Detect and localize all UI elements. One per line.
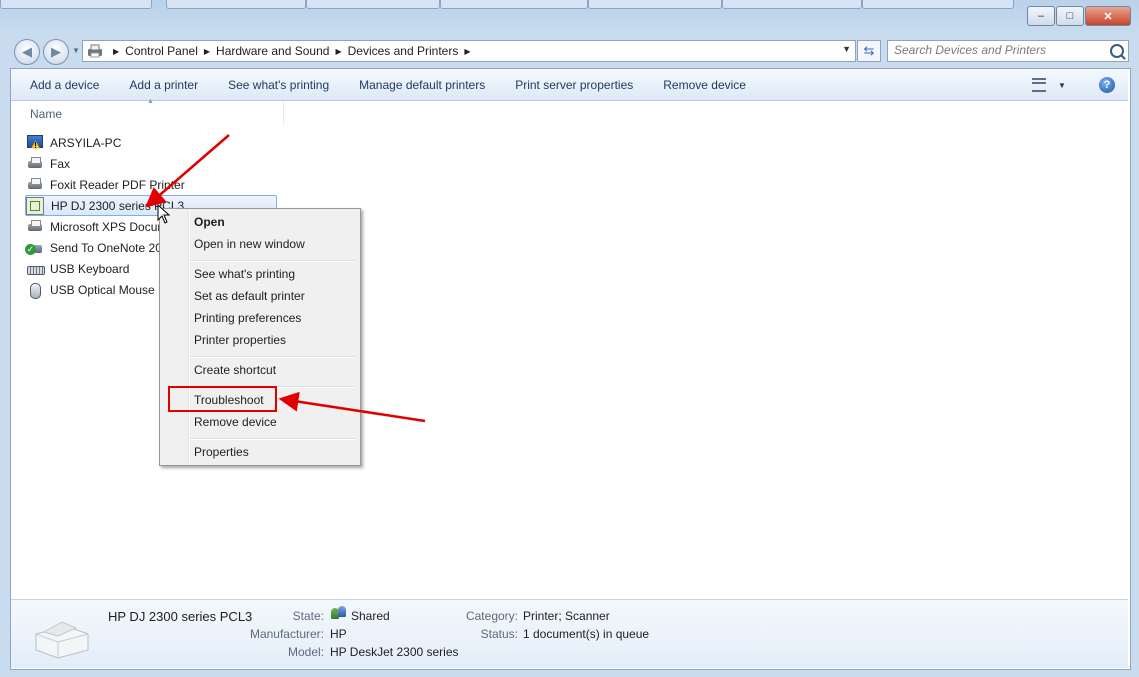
view-list-icon: [1032, 78, 1046, 92]
menu-item-create-shortcut[interactable]: Create shortcut: [194, 363, 276, 377]
see-whats-printing-button[interactable]: See what's printing: [213, 78, 344, 92]
add-device-button[interactable]: Add a device: [11, 78, 114, 92]
device-item[interactable]: USB Keyboard: [27, 259, 129, 278]
taskbar-tab[interactable]: [166, 0, 306, 9]
breadcrumb-devices-and-printers[interactable]: Devices and Printers: [348, 44, 459, 58]
device-item[interactable]: Fax: [27, 154, 70, 173]
details-category-label: Category:: [465, 609, 518, 623]
menu-item-printer-properties[interactable]: Printer properties: [194, 333, 286, 347]
view-dropdown-icon[interactable]: ▼: [1058, 81, 1066, 90]
refresh-button[interactable]: ⇆: [857, 40, 881, 62]
help-icon[interactable]: ?: [1099, 77, 1115, 93]
menu-gutter: [188, 211, 190, 463]
address-dropdown-icon[interactable]: ▼: [842, 44, 851, 54]
context-menu: Open Open in new window See what's print…: [159, 208, 361, 466]
menu-item-printing-preferences[interactable]: Printing preferences: [194, 311, 301, 325]
close-button[interactable]: ✕: [1085, 6, 1131, 26]
breadcrumb-control-panel[interactable]: Control Panel: [125, 44, 198, 58]
mouse-cursor-icon: [157, 204, 171, 224]
mouse-icon: [27, 282, 43, 299]
recent-pages-dropdown-icon[interactable]: ▼: [72, 46, 80, 55]
details-model-label: Model:: [287, 645, 324, 659]
printer-icon: [27, 177, 43, 193]
back-arrow-icon: ◀: [22, 44, 32, 59]
forward-button[interactable]: ▶: [43, 39, 69, 65]
taskbar-tab[interactable]: [440, 0, 588, 9]
remove-device-button[interactable]: Remove device: [648, 78, 761, 92]
column-header-label: Name: [30, 107, 63, 121]
back-button[interactable]: ◀: [14, 39, 40, 65]
device-label: USB Keyboard: [50, 261, 130, 276]
refresh-icon: ⇆: [863, 43, 875, 58]
device-item[interactable]: USB Optical Mouse: [27, 280, 155, 299]
keyboard-icon: [27, 261, 45, 277]
devices-and-printers-icon: [87, 44, 103, 58]
details-manufacturer-value: HP: [330, 627, 347, 641]
details-status-value: 1 document(s) in queue: [523, 627, 650, 641]
breadcrumb-separator-icon[interactable]: ▶: [464, 47, 470, 56]
menu-item-set-default-printer[interactable]: Set as default printer: [194, 289, 305, 303]
minimize-button[interactable]: –: [1027, 6, 1055, 26]
address-bar[interactable]: ▶ Control Panel ▶ Hardware and Sound ▶ D…: [82, 40, 856, 62]
device-label: Fax: [50, 156, 71, 171]
taskbar-tab[interactable]: [862, 0, 1014, 9]
printer-icon: [27, 219, 43, 235]
details-category-value: Printer; Scanner: [523, 609, 610, 623]
maximize-button[interactable]: □: [1056, 6, 1084, 26]
menu-separator: [190, 356, 356, 358]
breadcrumb-separator-icon[interactable]: ▶: [335, 47, 341, 56]
change-view-button[interactable]: ▼: [1032, 76, 1072, 94]
details-state-label: State:: [292, 609, 324, 623]
sort-ascending-icon: ▲: [147, 98, 154, 105]
menu-item-properties[interactable]: Properties: [194, 445, 249, 459]
command-bar: Add a device Add a printer See what's pr…: [11, 69, 1128, 101]
shared-users-icon: [331, 606, 347, 620]
taskbar-tab[interactable]: [306, 0, 440, 9]
search-icon[interactable]: [1110, 44, 1124, 58]
forward-arrow-icon: ▶: [51, 44, 61, 59]
menu-item-see-whats-printing[interactable]: See what's printing: [194, 267, 295, 281]
manage-default-printers-button[interactable]: Manage default printers: [344, 78, 500, 92]
search-input[interactable]: [888, 41, 1106, 59]
device-item[interactable]: Send To OneNote 20: [25, 238, 162, 257]
device-item[interactable]: Foxit Reader PDF Printer: [27, 175, 185, 194]
menu-item-open[interactable]: Open: [194, 215, 225, 229]
breadcrumb-separator-icon[interactable]: ▶: [204, 47, 210, 56]
hp-printer-icon: [26, 196, 44, 215]
details-status-label: Status:: [480, 627, 518, 641]
device-item[interactable]: ARSYILA-PC: [27, 133, 121, 152]
details-state-value: Shared: [351, 609, 390, 623]
taskbar-tab[interactable]: [0, 0, 152, 9]
taskbar-tab[interactable]: [722, 0, 862, 9]
menu-separator: [190, 260, 356, 262]
search-box[interactable]: [887, 40, 1129, 62]
window-controls: – □ ✕: [1026, 6, 1131, 26]
menu-item-remove-device[interactable]: Remove device: [194, 415, 277, 429]
taskbar-tab[interactable]: [588, 0, 722, 9]
details-model-value: HP DeskJet 2300 series: [330, 645, 459, 659]
add-printer-button[interactable]: Add a printer: [114, 78, 213, 92]
device-label: Microsoft XPS Docum: [50, 219, 168, 234]
device-label: ARSYILA-PC: [50, 135, 122, 150]
device-label: Foxit Reader PDF Printer: [50, 177, 185, 192]
computer-warning-icon: [27, 134, 43, 148]
details-manufacturer-label: Manufacturer:: [249, 627, 324, 641]
device-label: Send To OneNote 20: [50, 240, 162, 255]
device-label: USB Optical Mouse: [50, 282, 155, 297]
troubleshoot-highlight-box: [168, 386, 277, 412]
device-item[interactable]: Microsoft XPS Docum: [27, 217, 167, 236]
breadcrumb-separator-icon: ▶: [113, 46, 120, 56]
details-device-name: HP DJ 2300 series PCL3: [108, 609, 253, 624]
breadcrumb-hardware-and-sound[interactable]: Hardware and Sound: [216, 44, 329, 58]
printer-thumbnail-icon: [35, 621, 89, 659]
fax-icon: [27, 156, 43, 172]
menu-separator: [190, 438, 356, 440]
menu-item-open-new-window[interactable]: Open in new window: [194, 237, 305, 251]
print-server-properties-button[interactable]: Print server properties: [500, 78, 648, 92]
default-printer-icon: [25, 240, 43, 256]
